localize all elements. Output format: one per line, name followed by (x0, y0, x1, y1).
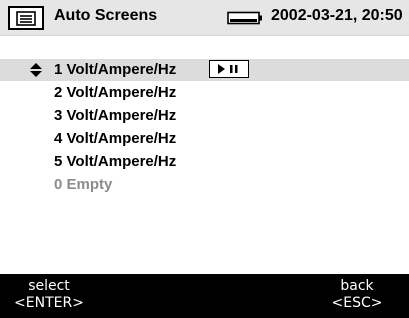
screen: Auto Screens 2002-03-21, 20:50 1 Volt/Am… (0, 0, 409, 318)
list-item-label: 4 Volt/Ampere/Hz (54, 130, 177, 147)
esc-key-label: <ESC> (331, 295, 383, 311)
select-softkey[interactable]: select <ENTER> (8, 278, 90, 312)
list-item-2[interactable]: 2 Volt/Ampere/Hz (0, 82, 409, 104)
list-item-label: 2 Volt/Ampere/Hz (54, 84, 177, 101)
list-item-label: 0 Empty (54, 176, 113, 193)
list-item-label: 3 Volt/Ampere/Hz (54, 107, 177, 124)
battery-icon (227, 11, 263, 25)
back-softkey[interactable]: back <ESC> (316, 278, 398, 312)
select-label: select (28, 278, 70, 294)
list-item-5[interactable]: 5 Volt/Ampere/Hz (0, 151, 409, 173)
list-item-label: 1 Volt/Ampere/Hz (54, 61, 177, 78)
list-item-empty[interactable]: 0 Empty (0, 174, 409, 196)
page-title: Auto Screens (54, 7, 158, 24)
list-item-label: 5 Volt/Ampere/Hz (54, 153, 177, 170)
up-down-arrows-icon (29, 62, 43, 78)
date-time: 2002-03-21, 20:50 (271, 7, 403, 24)
list-item-4[interactable]: 4 Volt/Ampere/Hz (0, 128, 409, 150)
list-item-3[interactable]: 3 Volt/Ampere/Hz (0, 105, 409, 127)
list-item-1[interactable]: 1 Volt/Ampere/Hz (0, 59, 409, 81)
menu-icon[interactable] (8, 6, 44, 30)
enter-key-label: <ENTER> (14, 295, 84, 311)
back-label: back (340, 278, 374, 294)
header-bar: Auto Screens 2002-03-21, 20:50 (0, 0, 409, 36)
play-pause-icon[interactable] (209, 60, 249, 78)
footer-bar: select <ENTER> back <ESC> (0, 274, 409, 318)
